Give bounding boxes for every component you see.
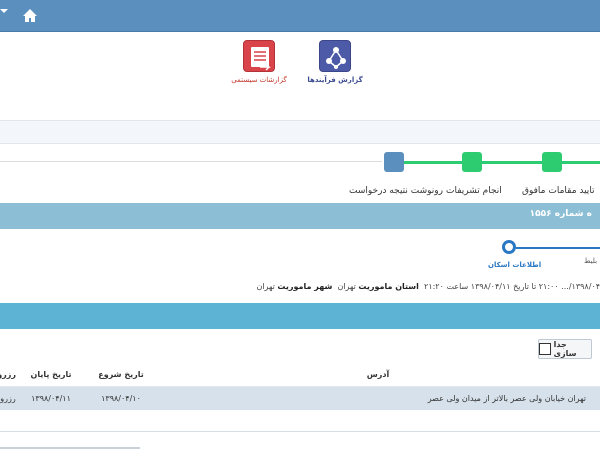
step-node-formalities[interactable] — [462, 152, 482, 172]
step-label-approval: تایید مقامات مافوق — [522, 186, 595, 196]
city-value: تهران — [256, 282, 275, 291]
divider-band — [0, 120, 600, 144]
process-report-icon[interactable] — [319, 40, 351, 72]
system-reports-icon[interactable] — [243, 40, 275, 72]
separate-button[interactable]: جدا سازی — [538, 339, 592, 359]
table-footer-line — [0, 431, 600, 432]
cell-end-date: ۱۳۹۸/۰۴/۱۱ — [16, 386, 86, 410]
system-reports-app[interactable]: گزارشات سیستمی — [224, 40, 294, 84]
split-icon — [539, 343, 551, 355]
top-bar — [0, 0, 600, 32]
chevron-down-icon[interactable] — [0, 6, 8, 16]
province-label: استان ماموریت — [358, 282, 419, 291]
section-title-bar: ه شماره ۱۵۵۶ — [0, 203, 600, 229]
grid-toolbar: جدا سازی — [0, 335, 600, 361]
mission-details: ۱۳۹۸/۰۴/... ۲۱:۰۰ تا تاریخ ۱۳۹۸/۰۴/۱۱ سا… — [256, 282, 600, 296]
app-launcher: گزارش فرآیندها گزارشات سیستمی — [0, 40, 600, 110]
cell-address: تهران خیابان ولی عصر بالاتر از میدان ولی… — [156, 386, 600, 410]
column-header-end-date[interactable]: تاریخ پایان — [16, 364, 86, 387]
table-header-row: آدرس تاریخ شروع تاریخ پایان رزرو — [0, 364, 600, 387]
table-row[interactable]: تهران خیابان ولی عصر بالاتر از میدان ولی… — [0, 386, 600, 410]
sub-progress: اطلاعات اسکان بلیط — [0, 238, 600, 272]
step-node-approval[interactable] — [542, 152, 562, 172]
mission-dates: ۱۳۹۸/۰۴/... ۲۱:۰۰ تا تاریخ ۱۳۹۸/۰۴/۱۱ سا… — [424, 282, 600, 291]
province-value: تهران — [337, 282, 356, 291]
sub-step-dot-active[interactable] — [502, 240, 516, 254]
separate-button-label: جدا سازی — [553, 340, 577, 358]
section-title: ه شماره ۱۵۵۶ — [529, 209, 592, 219]
step-label-result-copy: رونوشت نتیجه درخواست — [349, 186, 443, 196]
workflow-progress: تایید مقامات مافوق انجام تشریفات رونوشت … — [0, 150, 600, 202]
sub-step-label-prev: بلیط — [584, 257, 598, 265]
step-node-result-copy[interactable] — [384, 152, 404, 172]
progress-fill — [404, 161, 600, 164]
city-label: شهر ماموریت — [277, 282, 333, 291]
sub-progress-line — [516, 247, 600, 249]
column-header-reserve[interactable]: رزرو — [0, 364, 16, 387]
accommodation-table: آدرس تاریخ شروع تاریخ پایان رزرو تهران خ… — [0, 364, 600, 410]
column-header-address[interactable]: آدرس — [156, 364, 600, 387]
sub-step-label-active: اطلاعات اسکان — [488, 261, 542, 269]
process-report-label: گزارش فرآیندها — [307, 76, 363, 84]
section-header-bar — [0, 303, 600, 329]
column-header-start-date[interactable]: تاریخ شروع — [86, 364, 156, 387]
home-icon[interactable] — [20, 6, 40, 26]
progress-track — [0, 161, 382, 162]
system-reports-label: گزارشات سیستمی — [231, 76, 287, 84]
step-label-formalities: انجام تشریفات — [446, 186, 502, 196]
horizontal-scrollbar[interactable] — [0, 447, 140, 449]
process-report-app[interactable]: گزارش فرآیندها — [300, 40, 370, 84]
cell-start-date: ۱۳۹۸/۰۴/۱۰ — [86, 386, 156, 410]
cell-reserve: رزرو — [0, 386, 16, 410]
